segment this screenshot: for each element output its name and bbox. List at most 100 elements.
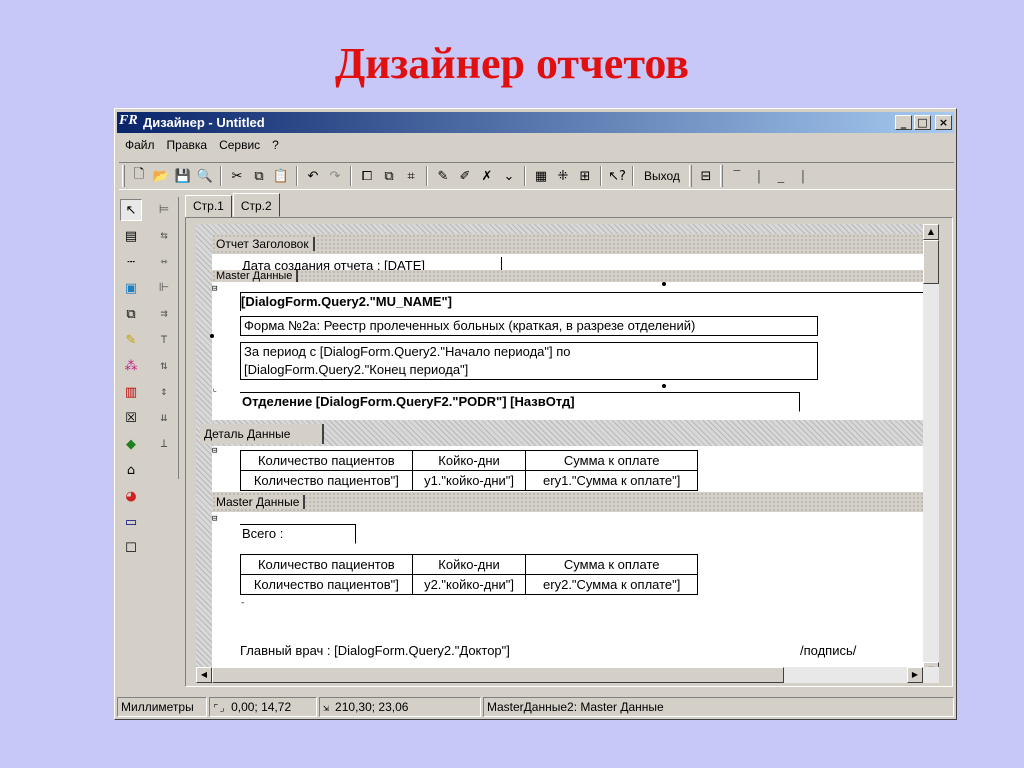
delete-band-icon[interactable]: ✗ <box>476 165 498 187</box>
grid-icon[interactable]: ▦ <box>530 165 552 187</box>
line-bottom-icon[interactable]: _ <box>770 165 792 187</box>
align-hcenter-icon[interactable]: ⇆ <box>152 225 176 245</box>
scroll-thumb[interactable] <box>923 240 939 284</box>
fit-grid-icon[interactable]: ⊞ <box>574 165 596 187</box>
rectangle-object-icon[interactable]: ☐ <box>120 537 142 559</box>
tab-page2[interactable]: Стр.2 <box>232 193 280 217</box>
snap-grid-icon[interactable]: ⁜ <box>552 165 574 187</box>
bring-front-icon[interactable]: ⧠ <box>356 165 378 187</box>
save-icon[interactable]: 💾 <box>172 165 194 187</box>
band-master2[interactable]: Master Данные <box>212 492 939 512</box>
report-page[interactable]: Отчет Заголовок Дата создания отчета : [… <box>196 224 939 678</box>
scroll-up-icon[interactable]: ▲ <box>923 224 939 240</box>
department-field[interactable]: Отделение [DialogForm.QueryF2."PODR"] [Н… <box>240 392 800 412</box>
table-cell[interactable]: ery1."Сумма к оплате"] <box>525 470 698 491</box>
line-object-icon[interactable]: ✎ <box>120 329 142 351</box>
align-left-icon[interactable]: ⊨ <box>152 199 176 219</box>
align-width-icon[interactable]: ⇿ <box>152 251 176 271</box>
rich-text-icon[interactable]: ▥ <box>120 381 142 403</box>
total-field[interactable]: Всего : <box>240 524 356 544</box>
period-field[interactable]: За период с [DialogForm.Query2."Начало п… <box>240 342 818 380</box>
send-back-icon[interactable]: ⧉ <box>378 165 400 187</box>
space-h-icon[interactable]: ⇉ <box>152 303 176 323</box>
menu-file[interactable]: Файл <box>119 136 161 156</box>
preview-icon[interactable]: 🔍 <box>194 165 216 187</box>
band-master1[interactable]: Master Данные <box>212 270 939 282</box>
mu-name-field[interactable]: [DialogForm.Query2."MU_NAME"] <box>240 292 939 311</box>
main-toolbar: 🗋 📂 💾 🔍 ✂ ⧉ 📋 ↶ ↷ ⧠ ⧉ ⌗ ✎ ✐ ✗ ⌄ ▦ ⁜ ⊞ ↖?… <box>119 162 954 190</box>
redo-icon[interactable]: ↷ <box>324 165 346 187</box>
band-detail[interactable]: Деталь Данные <box>200 424 324 444</box>
align-panel-icon[interactable]: ⊟ <box>695 165 717 187</box>
scroll-left-icon[interactable]: ◀ <box>196 667 212 683</box>
line-left-icon[interactable]: | <box>748 165 770 187</box>
menu-edit[interactable]: Правка <box>161 136 214 156</box>
expand-icon[interactable]: ⌄ <box>498 165 520 187</box>
table-header: Количество пациентов <box>240 554 413 575</box>
toolbar-separator <box>296 166 298 186</box>
memo-object-icon[interactable]: ▭ <box>120 511 142 533</box>
tab-page1[interactable]: Стр.1 <box>185 195 232 217</box>
menu-help[interactable]: ? <box>266 136 285 156</box>
group-icon[interactable]: ⌗ <box>400 165 422 187</box>
form-title-field[interactable]: Форма №2а: Реестр пролеченных больных (к… <box>240 316 818 336</box>
table-cell[interactable]: Количество пациентов"] <box>240 574 413 595</box>
menu-service[interactable]: Сервис <box>213 136 266 156</box>
line-right-icon[interactable]: | <box>792 165 814 187</box>
picture-object-icon[interactable]: ▣ <box>120 277 142 299</box>
table-cell[interactable]: y2."койко-дни"] <box>411 574 527 595</box>
align-right-icon[interactable]: ⊩ <box>152 277 176 297</box>
copy-icon[interactable]: ⧉ <box>248 165 270 187</box>
band-marker: ⊟ <box>212 514 218 524</box>
horizontal-scrollbar[interactable]: ◀ ▶ <box>196 667 939 683</box>
toolbar-grip[interactable] <box>719 165 723 187</box>
position-icon: ⌜⌟ <box>213 703 232 714</box>
ole-object-icon[interactable]: ⁂ <box>120 355 142 377</box>
undo-icon[interactable]: ↶ <box>302 165 324 187</box>
menu-bar: Файл Правка Сервис ? <box>119 136 285 156</box>
size-icon: ⇲ <box>323 703 336 714</box>
align-height-icon[interactable]: ↕ <box>152 381 176 401</box>
band-object-icon[interactable]: ┄ <box>120 251 142 273</box>
cut-icon[interactable]: ✂ <box>226 165 248 187</box>
maximize-button[interactable]: □ <box>914 115 931 130</box>
new-band-icon[interactable]: ✎ <box>432 165 454 187</box>
chief-doctor-field[interactable]: Главный врач : [DialogForm.Query2."Докто… <box>240 642 660 660</box>
barcode-object-icon[interactable]: ⌂ <box>120 459 142 481</box>
scroll-thumb[interactable] <box>212 667 784 683</box>
toolbar-grip[interactable] <box>688 165 692 187</box>
close-button[interactable]: × <box>935 115 952 130</box>
table-row: Количество пациентов Койко-дни Сумма к о… <box>240 554 698 575</box>
exit-button[interactable]: Выход <box>638 165 686 187</box>
chart-object-icon[interactable]: ◕ <box>120 485 142 507</box>
space-v-icon[interactable]: ⇊ <box>152 407 176 427</box>
toolbar-grip[interactable] <box>122 165 125 187</box>
shape-object-icon[interactable]: ◆ <box>120 433 142 455</box>
open-folder-icon[interactable]: 📂 <box>150 165 172 187</box>
scroll-right-icon[interactable]: ▶ <box>907 667 923 683</box>
line-top-icon[interactable]: ‾ <box>726 165 748 187</box>
vertical-scrollbar[interactable]: ▲ ▼ <box>923 224 939 678</box>
detail-table[interactable]: Количество пациентов Койко-дни Сумма к о… <box>240 450 698 491</box>
table-cell[interactable]: y1."койко-дни"] <box>411 470 527 491</box>
table-header: Койко-дни <box>411 450 527 471</box>
context-help-icon[interactable]: ↖? <box>606 165 628 187</box>
total-table[interactable]: Количество пациентов Койко-дни Сумма к о… <box>240 554 698 595</box>
align-top-icon[interactable]: ⊤ <box>152 329 176 349</box>
align-bottom-icon[interactable]: ⊥ <box>152 433 176 453</box>
new-file-icon[interactable]: 🗋 <box>128 165 150 187</box>
band-report-title[interactable]: Отчет Заголовок <box>212 234 939 254</box>
checkbox-object-icon[interactable]: ☒ <box>120 407 142 429</box>
toolbar-separator <box>632 166 634 186</box>
title-bar[interactable]: FR Дизайнер - Untitled _ □ × <box>117 112 954 133</box>
table-cell[interactable]: Количество пациентов"] <box>240 470 413 491</box>
subreport-icon[interactable]: ⧉ <box>120 303 142 325</box>
insert-band-icon[interactable]: ✐ <box>454 165 476 187</box>
align-vcenter-icon[interactable]: ⇅ <box>152 355 176 375</box>
paste-icon[interactable]: 📋 <box>270 165 292 187</box>
text-object-icon[interactable]: ▤ <box>120 225 142 247</box>
signature-field[interactable]: /подпись/ <box>800 642 880 660</box>
table-cell[interactable]: ery2."Сумма к оплате"] <box>525 574 698 595</box>
pointer-icon[interactable]: ↖ <box>120 199 142 221</box>
minimize-button[interactable]: _ <box>895 115 912 130</box>
